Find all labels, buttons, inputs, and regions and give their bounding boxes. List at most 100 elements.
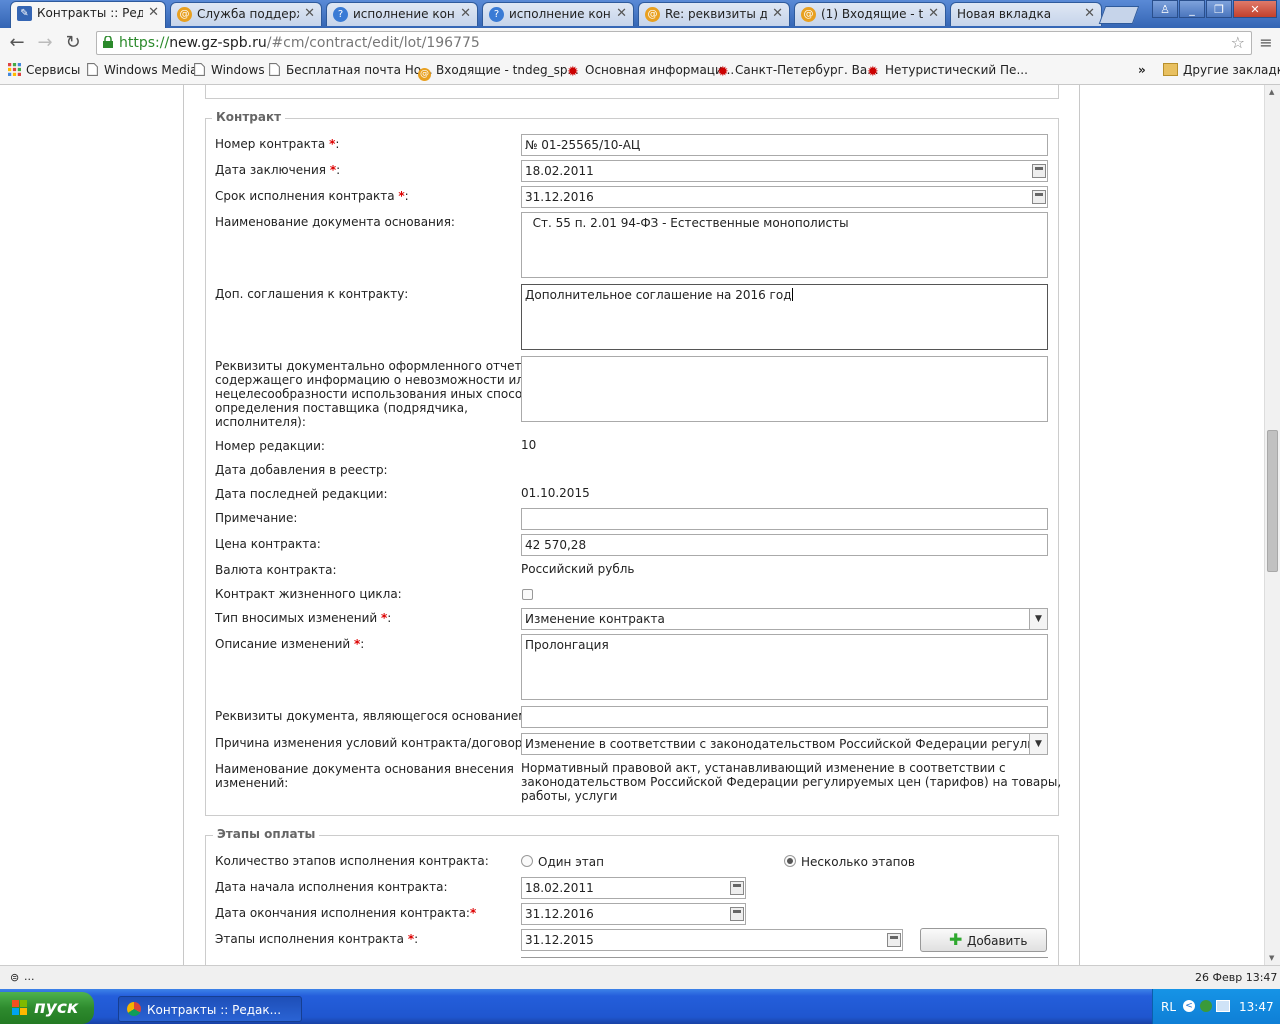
change-type-select[interactable]: Изменение контракта — [521, 608, 1048, 630]
calendar-icon[interactable] — [730, 881, 744, 895]
taskbar-item-label: Контракты :: Редак... — [147, 1003, 282, 1017]
end-date-input[interactable]: 31.12.2016 — [521, 903, 746, 925]
close-icon[interactable]: ✕ — [772, 6, 783, 21]
addendum-textarea[interactable]: Дополнительное соглашение на 2016 год — [521, 284, 1048, 350]
tab-requisites[interactable]: @ Re: реквизиты для с ✕ — [638, 2, 790, 26]
bookmark-free-mail[interactable]: Бесплатная почта Но... — [268, 63, 433, 77]
other-bookmarks[interactable]: Другие закладки — [1163, 63, 1280, 77]
conclusion-date-label: Дата заключения *: — [215, 163, 341, 177]
one-stage-label[interactable]: Один этап — [538, 855, 604, 869]
tab-contracts[interactable]: ✎ Контракты :: Редак ✕ — [10, 1, 166, 28]
tray-network-icon[interactable] — [1200, 1000, 1212, 1012]
bookmarks-overflow-button[interactable]: » — [1138, 63, 1146, 77]
many-stages-label[interactable]: Несколько этапов — [801, 855, 915, 869]
bookmark-windows-media[interactable]: Windows Media — [86, 63, 197, 77]
reload-icon[interactable]: ↻ — [62, 32, 84, 54]
previous-section — [205, 85, 1059, 99]
new-tab-button[interactable] — [1098, 6, 1140, 24]
menu-icon[interactable]: ≡ — [1255, 32, 1277, 54]
text-cursor — [791, 288, 793, 301]
bookmark-label: Основная информаци... — [585, 63, 735, 77]
change-doc-label: Наименование документа основания внесени… — [215, 762, 514, 790]
tab-label: исполнение контрак — [353, 7, 455, 21]
start-button[interactable]: пуск — [0, 992, 94, 1024]
mail-at-icon: @ — [801, 7, 816, 22]
report-textarea[interactable] — [521, 356, 1048, 422]
scroll-up-icon[interactable]: ▲ — [1269, 88, 1274, 96]
minimize-button[interactable]: _ — [1179, 0, 1205, 18]
change-reason-select[interactable]: Изменение в соответствии с законодательс… — [521, 733, 1048, 755]
contract-term-label: Срок исполнения контракта *: — [215, 189, 409, 203]
basis-details-input[interactable] — [521, 706, 1048, 728]
bookmark-inbox[interactable]: @ Входящие - tndeg_sp... — [418, 63, 579, 81]
scroll-down-icon[interactable]: ▼ — [1269, 954, 1274, 962]
one-stage-radio[interactable] — [521, 855, 533, 867]
report-label: Реквизиты документально оформленного отч… — [215, 359, 544, 429]
status-icon: ⊜ — [10, 971, 20, 984]
close-icon[interactable]: ✕ — [616, 6, 627, 21]
close-icon[interactable]: ✕ — [1084, 6, 1095, 21]
page-icon — [194, 63, 205, 76]
restore-button[interactable]: ❐ — [1206, 0, 1232, 18]
conclusion-date-input[interactable]: 18.02.2011 — [521, 160, 1048, 182]
chevron-down-icon[interactable]: ▼ — [1029, 734, 1047, 754]
bookmark-main-info[interactable]: ✹ Основная информаци... — [567, 63, 734, 79]
add-stage-button[interactable]: ✚ Добавить — [920, 928, 1047, 952]
many-stages-radio[interactable] — [784, 855, 796, 867]
calendar-icon[interactable] — [1032, 164, 1046, 178]
basis-doc-label: Наименование документа основания: — [215, 215, 455, 229]
close-icon[interactable]: ✕ — [148, 5, 159, 20]
page-icon — [87, 63, 98, 76]
calendar-icon[interactable] — [1032, 190, 1046, 204]
tab-help-1[interactable]: ? исполнение контрак ✕ — [326, 2, 478, 26]
close-icon[interactable]: ✕ — [304, 6, 315, 21]
contract-number-input[interactable]: № 01-25565/10-АЦ — [521, 134, 1048, 156]
close-icon[interactable]: ✕ — [460, 6, 471, 21]
chevron-down-icon[interactable]: ▼ — [1029, 609, 1047, 629]
change-desc-textarea[interactable]: Пролонгация — [521, 634, 1048, 700]
bookmark-windows[interactable]: Windows — [193, 63, 265, 77]
bookmark-services[interactable]: Сервисы — [8, 63, 80, 77]
price-input[interactable]: 42 570,28 — [521, 534, 1048, 556]
tab-label: Служба поддержки — [197, 7, 299, 21]
last-edit-value: 01.10.2015 — [521, 486, 590, 500]
stages-date-input[interactable]: 31.12.2015 — [521, 929, 903, 951]
start-date-input[interactable]: 18.02.2011 — [521, 877, 746, 899]
back-icon[interactable]: ← — [6, 32, 28, 54]
bookmark-non-tourist[interactable]: ✹ Нетуристический Пе... — [867, 63, 1028, 79]
lifecycle-checkbox[interactable] — [522, 589, 533, 600]
note-input[interactable] — [521, 508, 1048, 530]
apps-grid-icon — [8, 63, 21, 76]
tray-monitor-icon[interactable] — [1216, 1000, 1230, 1012]
language-indicator[interactable]: RL — [1161, 1000, 1176, 1014]
calendar-icon[interactable] — [730, 907, 744, 921]
tray-expand-icon[interactable]: < — [1183, 1000, 1195, 1012]
scrollbar-thumb[interactable] — [1267, 430, 1278, 572]
start-date-label: Дата начала исполнения контракта: — [215, 880, 448, 894]
bookmark-label: Сервисы — [26, 63, 81, 77]
status-datetime: 26 Февр 13:47 — [1195, 971, 1278, 984]
taskbar-item-browser[interactable]: Контракты :: Редак... — [118, 996, 302, 1022]
lifecycle-label: Контракт жизненного цикла: — [215, 587, 402, 601]
url-text: https://new.gz-spb.ru/#cm/contract/edit/… — [119, 35, 480, 51]
calendar-icon[interactable] — [887, 933, 901, 947]
contract-term-input[interactable]: 31.12.2016 — [521, 186, 1048, 208]
close-icon[interactable]: ✕ — [928, 6, 939, 21]
user-icon[interactable]: ♙ — [1152, 0, 1178, 18]
bookmark-spb[interactable]: ✹ Санкт-Петербург. Ва... — [717, 63, 879, 79]
vertical-scrollbar[interactable]: ▲ ▼ — [1264, 85, 1280, 965]
bookmark-label: Санкт-Петербург. Ва... — [735, 63, 879, 77]
tab-help-2[interactable]: ? исполнение контрак ✕ — [482, 2, 634, 26]
page-content: Контракт Номер контракта *: № 01-25565/1… — [0, 85, 1264, 965]
red-gear-icon: ✹ — [867, 64, 879, 80]
tab-new[interactable]: Новая вкладка ✕ — [950, 2, 1102, 26]
currency-value: Российский рубль — [521, 562, 635, 576]
address-bar[interactable]: https://new.gz-spb.ru/#cm/contract/edit/… — [96, 31, 1252, 55]
star-icon[interactable]: ☆ — [1231, 33, 1245, 52]
basis-doc-textarea[interactable]: Ст. 55 п. 2.01 94-ФЗ - Естественные моно… — [521, 212, 1048, 278]
tab-inbox[interactable]: @ (1) Входящие - tnde ✕ — [794, 2, 946, 26]
tab-support[interactable]: @ Служба поддержки ✕ — [170, 2, 322, 26]
currency-label: Валюта контракта: — [215, 563, 337, 577]
close-window-button[interactable]: ✕ — [1233, 0, 1277, 18]
forward-icon[interactable]: → — [34, 32, 56, 54]
